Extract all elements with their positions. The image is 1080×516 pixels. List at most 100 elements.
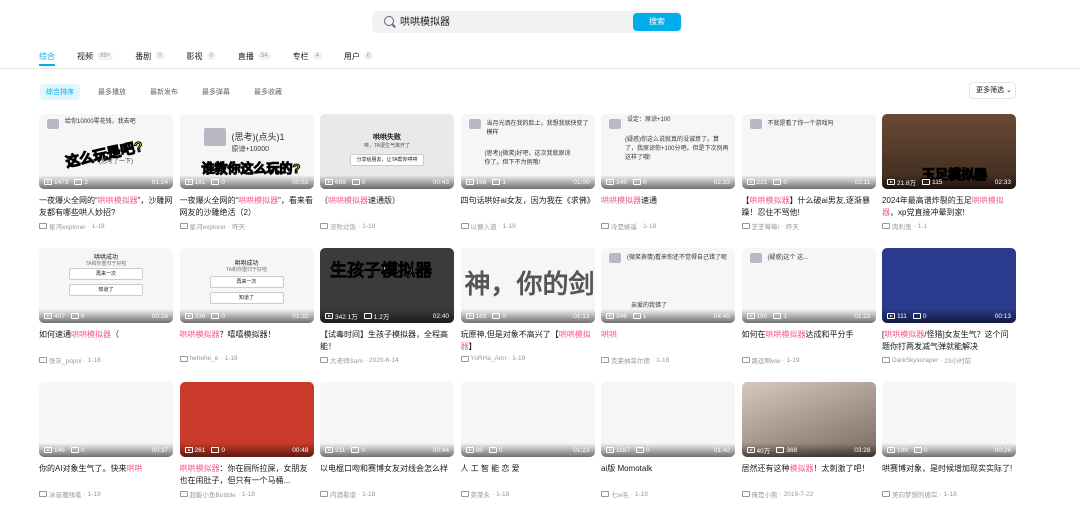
video-thumbnail[interactable]: (思考)(点头)1 原谅+10000 谁教你这么玩的? 181 0 00:51 xyxy=(179,114,314,189)
video-title[interactable]: 以电棍口吻和赛博女友对线会怎么样 xyxy=(320,463,454,487)
video-thumbnail[interactable]: 哄哄成功 TA和你重归于好啦 再来一次 知道了 407 0 00:28 xyxy=(39,248,173,323)
video-thumbnail[interactable]: 199 0 00:26 xyxy=(882,382,1016,457)
author-name[interactable]: DarkSkyscraper xyxy=(892,357,938,364)
video-card[interactable]: (微笑表情)看来你还不觉得自己错了呢 亲爱的我错了 246 1 04:45 哄哄克莱纳菲尔… xyxy=(601,248,735,382)
author-name[interactable]: 以懒入道 xyxy=(471,221,497,231)
author-name[interactable]: 克莱纳菲尔德 xyxy=(611,355,650,365)
author-name[interactable]: 超能小鱼Bubble xyxy=(190,489,236,499)
author-name[interactable]: 星河explorer xyxy=(190,221,226,231)
video-title[interactable]: 哄哄模拟器速通 xyxy=(601,195,735,219)
tab-0[interactable]: 综合 xyxy=(39,49,55,63)
author-name[interactable]: 冷是嫉遥 xyxy=(611,221,637,231)
video-title[interactable]: 如何在哄哄模拟器达成和平分手 xyxy=(742,329,876,353)
video-card[interactable]: 哄哄成功 TA和你重归于好啦 再来一次 知道了 336 0 01:32 哄哄模拟器？嘻嘻模拟器… xyxy=(179,248,314,382)
author-name[interactable]: 菜菜永 xyxy=(471,489,491,499)
video-thumbnail[interactable]: 给你10000零花钱，我去吧 这么玩是吧? (思考了一下) 1473 2 01:24 xyxy=(39,114,173,189)
video-title[interactable]: 【哄哄模拟器】什么破ai男友,逐渐暴躁！忍住不骂他! xyxy=(742,195,876,219)
video-thumbnail[interactable]: 1187 0 01:42 xyxy=(601,382,735,457)
video-title[interactable]: 如何速通哄哄模拟器（ xyxy=(39,329,173,353)
video-card[interactable]: (思考)(点头)1 原谅+10000 谁教你这么玩的? 181 0 00:51 一夜爆火全网… xyxy=(179,114,314,248)
video-title[interactable]: [哄哄模拟器/怪猎]女友生气？这个问题你打两发减气弹就能解决 xyxy=(882,329,1016,353)
search-button[interactable]: 搜索 xyxy=(633,13,681,31)
author-name[interactable]: hehehe_e xyxy=(190,355,219,362)
video-title[interactable]: 哄赛博对象，是时候增加现实实际了! xyxy=(882,463,1016,487)
video-card[interactable]: 玉足模拟器21.8万11502:33 2024年最高谱炸裂的玉足哄哄模拟器，xp党… xyxy=(882,114,1016,248)
video-thumbnail[interactable]: 211 0 00:44 xyxy=(320,382,454,457)
tab-6[interactable]: 用户 0 xyxy=(344,49,374,63)
video-thumbnail[interactable]: 生孩子模拟器 342.1万 1.2万 02:40 xyxy=(320,248,454,323)
video-thumbnail[interactable]: 88 0 01:23 xyxy=(460,382,595,457)
video-card[interactable]: 当月光洒在我的脸上，我想我就快变了模样 (思考)(微笑)好吧，这次我就原谅你了。但… xyxy=(460,114,595,248)
more-filter-button[interactable]: 更多筛选 ⌄ xyxy=(969,82,1016,99)
video-card[interactable]: 261 0 00:48 哄哄模拟器：你在厕所拉屎，女朋友也在闹肚子，但只有一个马桶..… xyxy=(179,382,314,516)
author-name[interactable]: 张灰_popoi xyxy=(49,355,82,365)
video-title[interactable]: 玩原神,但是对象不高兴了【哄哄模拟器】 xyxy=(461,329,595,353)
video-title[interactable]: 四句话哄好ai女友，因为我在《求佛》 xyxy=(461,195,595,219)
video-card[interactable]: 199 0 00:26 哄赛博对象，是时候增加现实实际了! 美向梦想的彼岸 · 1-18 xyxy=(882,382,1016,516)
video-title[interactable]: 一夜爆火全网的“哄哄模拟器”，沙雕网友都有哪些哄人妙招? xyxy=(39,195,173,219)
video-card[interactable]: 哄哄失败 唉，TA很生气离开了 分享给朋友，让TA帮你哄哄 699 0 00:43 （哄哄模… xyxy=(320,114,454,248)
author-name[interactable]: YoRHa_Ann xyxy=(471,355,507,362)
sort-option-0[interactable]: 综合排序 xyxy=(40,84,80,100)
tab-4[interactable]: 直播 54 xyxy=(238,49,271,63)
video-card[interactable]: 211 0 00:44 以电棍口吻和赛博女友对线会怎么样 内酒看谱 · 1-18 xyxy=(320,382,454,516)
search-input[interactable] xyxy=(400,15,600,26)
video-thumbnail[interactable]: (微笑表情)看来你还不觉得自己错了呢 亲爱的我错了 246 1 04:45 xyxy=(601,248,735,323)
video-thumbnail[interactable]: 不就是看了你一个游戏吗 221 0 02:11 xyxy=(741,114,876,189)
video-thumbnail[interactable]: 玉足模拟器21.8万11502:33 xyxy=(882,114,1016,189)
author-name[interactable]: 大老师Sam xyxy=(330,355,363,365)
video-card[interactable]: 生孩子模拟器 342.1万 1.2万 02:40 【试毒时间】生孩子模拟器，全程高能！ 大… xyxy=(320,248,454,382)
tab-label: 影视 xyxy=(186,51,203,61)
video-card[interactable]: 1187 0 01:42 ai版 Momotalk 七w毛 · 1-19 xyxy=(601,382,735,516)
video-title[interactable]: 2024年最高谱炸裂的玉足哄哄模拟器，xp党直接冲晕到家! xyxy=(882,195,1016,219)
video-card[interactable]: 146 0 00:37 你的AI对象生气了。快来哄哄 冰音魔残笔 · 1-19 xyxy=(39,382,173,516)
author-name[interactable]: 内酒看谱 xyxy=(330,489,356,499)
video-card[interactable]: 88 0 01:23 人 工 智 能 恋 爱菜菜永 · 1-18 xyxy=(460,382,595,516)
sort-option-1[interactable]: 最多播放 xyxy=(92,84,132,100)
video-card[interactable]: 给你10000零花钱，我去吧 这么玩是吧? (思考了一下) 1473 2 01:24 一夜爆… xyxy=(39,114,173,248)
video-thumbnail[interactable]: 40万 368 03:28 xyxy=(741,382,876,457)
tab-5[interactable]: 专栏 4 xyxy=(293,49,322,63)
video-title[interactable]: ai版 Momotalk xyxy=(601,463,735,487)
video-thumbnail[interactable]: 111 0 00:13 xyxy=(882,248,1016,323)
video-thumbnail[interactable]: 146 0 00:37 xyxy=(39,382,173,457)
author-name[interactable]: 芝芝莓莓r xyxy=(752,221,780,231)
author-name[interactable]: 七w毛 xyxy=(611,489,629,499)
video-card[interactable]: (疑惑)这个 这... 180 1 01:22 如何在哄哄模拟器达成和平分手 路远啊ww ·… xyxy=(741,248,876,382)
sort-option-4[interactable]: 最多收藏 xyxy=(248,84,288,100)
video-thumbnail[interactable]: 设定：原谅+100 (疑惑)你这么说就真的没诚意了。算了，我原谅你+100分吧。但… xyxy=(601,114,735,189)
sort-option-3[interactable]: 最多弹幕 xyxy=(196,84,236,100)
video-title[interactable]: 【试毒时间】生孩子模拟器，全程高能！ xyxy=(320,329,454,353)
video-title[interactable]: （哄哄模拟器速通版） xyxy=(320,195,454,219)
video-thumbnail[interactable]: (疑惑)这个 这... 180 1 01:22 xyxy=(741,248,876,323)
video-card[interactable]: 哄哄成功 TA和你重归于好啦 再来一次 知道了 407 0 00:28 如何速通哄哄模拟器（ 张… xyxy=(39,248,173,382)
video-title[interactable]: 哄哄 xyxy=(601,329,735,353)
video-title[interactable]: 人 工 智 能 恋 爱 xyxy=(461,463,595,487)
tab-1[interactable]: 视频 99+ xyxy=(77,49,114,63)
video-thumbnail[interactable]: 哄哄失败 唉，TA很生气离开了 分享给朋友，让TA帮你哄哄 699 0 00:43 xyxy=(320,114,454,189)
author-name[interactable]: 肉利鬼 xyxy=(892,221,912,231)
video-thumbnail[interactable]: 当月光洒在我的脸上，我想我就快变了模样 (思考)(微笑)好吧，这次我就原谅你了。但… xyxy=(460,114,595,189)
video-title[interactable]: 哄哄模拟器？嘻嘻模拟器！ xyxy=(180,329,314,353)
author-name[interactable]: 星河explorer xyxy=(49,221,85,231)
video-card[interactable]: 40万 368 03:28 居然还有这种模拟器！太刺激了吧！ 俺是小熊 · 2019-7-2… xyxy=(741,382,876,516)
video-card[interactable]: 神，你的剑 163 0 01:13 玩原神,但是对象不高兴了【哄哄模拟器】 YoRHa_A… xyxy=(460,248,595,382)
video-title[interactable]: 哄哄模拟器：你在厕所拉屎，女朋友也在闹肚子，但只有一个马桶... xyxy=(180,463,314,487)
author-name[interactable]: 没吹过饭 xyxy=(330,221,356,231)
tab-2[interactable]: 番剧 0 xyxy=(135,49,165,63)
tab-3[interactable]: 影视 0 xyxy=(187,49,216,63)
video-thumbnail[interactable]: 神，你的剑 163 0 01:13 xyxy=(460,248,595,323)
author-name[interactable]: 路远啊ww xyxy=(752,355,781,365)
video-title[interactable]: 你的AI对象生气了。快来哄哄 xyxy=(39,463,173,487)
video-thumbnail[interactable]: 261 0 00:48 xyxy=(179,382,314,457)
author-name[interactable]: 美向梦想的彼岸 xyxy=(892,489,938,499)
video-card[interactable]: 111 0 00:13 [哄哄模拟器/怪猎]女友生气？这个问题你打两发减气弹就能解决 D… xyxy=(882,248,1016,382)
video-card[interactable]: 设定：原谅+100 (疑惑)你这么说就真的没诚意了。算了，我原谅你+100分吧。但… xyxy=(601,114,735,248)
author-name[interactable]: 冰音魔残笔 xyxy=(49,489,82,499)
video-title[interactable]: 居然还有这种模拟器！太刺激了吧！ xyxy=(742,463,876,487)
video-thumbnail[interactable]: 哄哄成功 TA和你重归于好啦 再来一次 知道了 336 0 01:32 xyxy=(179,248,314,323)
video-card[interactable]: 不就是看了你一个游戏吗 221 0 02:11 【哄哄模拟器】什么破ai男友,逐渐暴躁！… xyxy=(741,114,876,248)
author-name[interactable]: 俺是小熊 xyxy=(752,489,778,499)
sort-option-2[interactable]: 最新发布 xyxy=(144,84,184,100)
video-title[interactable]: 一夜爆火全网的“哄哄模拟器”，看来看网友的沙雕绝活（2） xyxy=(180,195,314,219)
